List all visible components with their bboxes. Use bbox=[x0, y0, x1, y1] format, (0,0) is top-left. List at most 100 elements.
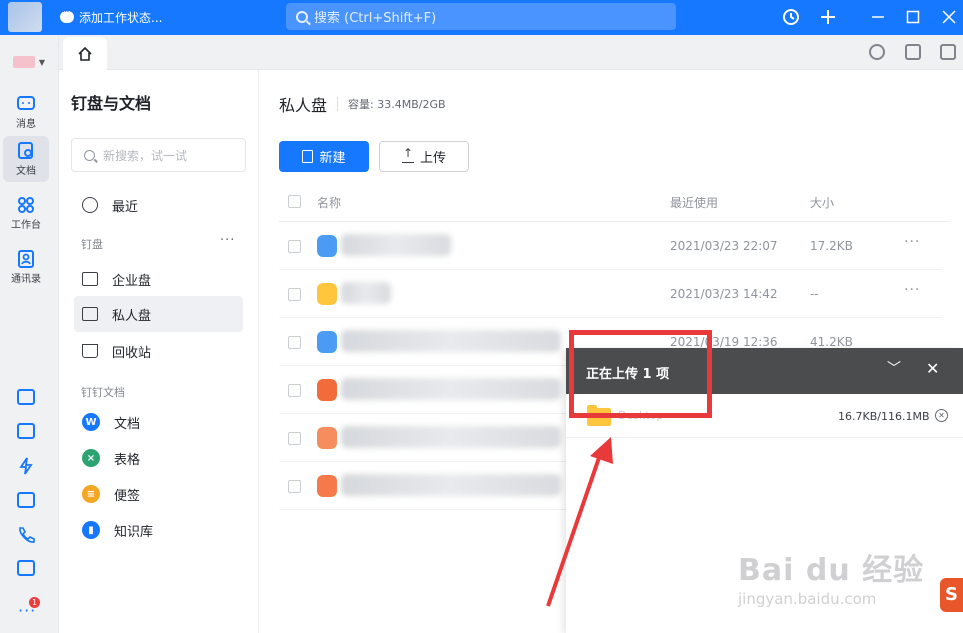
row-more-icon[interactable]: ··· bbox=[904, 282, 920, 298]
row-checkbox[interactable] bbox=[288, 240, 301, 253]
column-size: 大小 bbox=[810, 196, 835, 210]
sidebar-search-input[interactable]: 新搜索，试一试 bbox=[71, 138, 246, 172]
work-status-label: 添加工作状态... bbox=[79, 10, 163, 25]
sidebar-item-label: 文档 bbox=[114, 416, 141, 432]
divider bbox=[337, 97, 339, 111]
minimize-icon[interactable] bbox=[867, 6, 889, 28]
sheet-app-icon: × bbox=[82, 449, 100, 467]
rail-item-messages[interactable]: 消息 bbox=[3, 89, 49, 135]
sidebar-item-label: 便签 bbox=[114, 488, 141, 504]
file-name bbox=[341, 234, 451, 256]
cancel-upload-icon[interactable]: ✕ bbox=[935, 409, 948, 422]
sidebar-item-kb[interactable]: ▮ 知识库 bbox=[74, 512, 243, 548]
work-status[interactable]: 添加工作状态... bbox=[60, 7, 162, 27]
table-row[interactable]: 2021/03/23 14:42 -- ··· bbox=[279, 270, 942, 318]
row-date: 2021/03/23 22:07 bbox=[670, 239, 778, 253]
sidebar-item-private[interactable]: 私人盘 bbox=[74, 296, 243, 332]
file-name bbox=[341, 282, 391, 304]
document-icon bbox=[18, 141, 33, 159]
file-name bbox=[341, 378, 561, 400]
rail-item-contacts[interactable]: 通讯录 bbox=[3, 244, 49, 290]
global-search-input[interactable]: 搜索 (Ctrl+Shift+F) bbox=[286, 3, 676, 30]
phone-icon[interactable] bbox=[17, 526, 35, 543]
chat-bubble-icon bbox=[60, 7, 74, 23]
table-row[interactable]: 2021/03/23 22:07 17.2KB ··· bbox=[279, 222, 942, 270]
file-icon bbox=[317, 475, 337, 497]
file-icon bbox=[317, 331, 337, 353]
sidebar-item-label: 最近 bbox=[112, 199, 139, 215]
file-name bbox=[341, 426, 561, 448]
rail-label: 通讯录 bbox=[11, 273, 41, 285]
mail-icon[interactable] bbox=[17, 492, 35, 508]
left-rail: ▼ 消息 文档 工作台 通讯录 ··· 1 bbox=[0, 35, 59, 633]
enterprise-disk-icon bbox=[82, 272, 98, 286]
sidebar-item-label: 回收站 bbox=[112, 345, 152, 361]
row-more-icon[interactable]: ··· bbox=[904, 234, 920, 250]
trash-icon bbox=[82, 344, 98, 358]
close-upload-icon[interactable]: ✕ bbox=[926, 359, 939, 378]
watermark-logo: Bai du 经验 bbox=[738, 553, 925, 588]
breadcrumb: 私人盘 容量: 33.4MB/2GB bbox=[279, 92, 446, 116]
sidebar-item-sheet[interactable]: × 表格 bbox=[74, 440, 243, 476]
clock-icon bbox=[82, 197, 98, 213]
collapse-icon[interactable]: ﹀ bbox=[887, 358, 901, 378]
capacity-label: 容量: 33.4MB/2GB bbox=[348, 98, 446, 111]
tab-bar bbox=[59, 35, 963, 70]
upload-button[interactable]: 上传 bbox=[379, 141, 469, 172]
sidebar-item-doc[interactable]: W 文档 bbox=[74, 404, 243, 440]
sidebar-item-label: 知识库 bbox=[114, 524, 154, 540]
more-icon[interactable]: ··· bbox=[220, 233, 235, 248]
annotation-highlight-box bbox=[569, 330, 712, 418]
settings-icon[interactable] bbox=[940, 44, 956, 60]
home-icon bbox=[78, 46, 92, 61]
new-button[interactable]: 新建 bbox=[279, 141, 369, 172]
row-checkbox[interactable] bbox=[288, 480, 301, 493]
sidebar-item-recent[interactable]: 最近 bbox=[74, 187, 243, 223]
rail-item-workbench[interactable]: 工作台 bbox=[3, 190, 49, 236]
history-icon[interactable] bbox=[780, 6, 802, 28]
file-icon bbox=[317, 427, 337, 449]
row-checkbox[interactable] bbox=[288, 384, 301, 397]
row-checkbox[interactable] bbox=[288, 336, 301, 349]
rail-item-documents[interactable]: 文档 bbox=[3, 136, 49, 182]
share-icon[interactable] bbox=[905, 44, 921, 60]
sidebar-item-enterprise[interactable]: 企业盘 bbox=[74, 261, 243, 297]
sidebar-item-label: 企业盘 bbox=[112, 273, 152, 289]
maximize-icon[interactable] bbox=[902, 6, 924, 28]
sync-icon[interactable] bbox=[869, 44, 885, 60]
caret-down-icon: ▼ bbox=[38, 57, 45, 67]
rail-label: 消息 bbox=[16, 118, 36, 130]
select-all-checkbox[interactable] bbox=[288, 195, 301, 208]
rail-label: 文档 bbox=[16, 165, 36, 177]
knowledge-base-icon: ▮ bbox=[82, 521, 100, 539]
org-switcher[interactable]: ▼ bbox=[13, 55, 45, 69]
doc-sidebar: 钉盘与文档 新搜索，试一试 最近 钉盘 ··· 企业盘 私人盘 回收站 钉钉文档… bbox=[60, 70, 259, 633]
upload-progress: 16.7KB/116.1MB bbox=[838, 410, 930, 423]
search-icon bbox=[84, 149, 95, 161]
section-label-disk: 钉盘 bbox=[81, 238, 103, 251]
sidebar-item-label: 私人盘 bbox=[112, 308, 152, 324]
file-name bbox=[341, 474, 561, 496]
add-icon[interactable] bbox=[817, 6, 839, 28]
flash-icon[interactable] bbox=[17, 457, 35, 475]
contacts-icon bbox=[18, 249, 34, 268]
box-icon[interactable] bbox=[17, 560, 35, 576]
private-disk-icon bbox=[82, 307, 98, 321]
user-avatar[interactable] bbox=[8, 2, 42, 32]
sidebar-item-note[interactable]: ≡ 便签 bbox=[74, 476, 243, 512]
folder-icon bbox=[317, 283, 337, 305]
column-name: 名称 bbox=[317, 196, 342, 210]
tab-home[interactable] bbox=[63, 37, 107, 70]
watermark-url: jingyan.baidu.com bbox=[738, 590, 877, 608]
row-checkbox[interactable] bbox=[288, 288, 301, 301]
sidebar-item-trash[interactable]: 回收站 bbox=[74, 333, 243, 369]
new-button-label: 新建 bbox=[319, 151, 346, 166]
workbench-icon bbox=[18, 196, 34, 213]
sidebar-title: 钉盘与文档 bbox=[71, 94, 152, 113]
doc-app-icon: W bbox=[82, 413, 100, 431]
corner-logo: S bbox=[940, 578, 963, 612]
calendar-icon[interactable] bbox=[17, 389, 35, 405]
todo-icon[interactable] bbox=[17, 423, 35, 439]
close-icon[interactable] bbox=[938, 6, 960, 28]
row-checkbox[interactable] bbox=[288, 432, 301, 445]
